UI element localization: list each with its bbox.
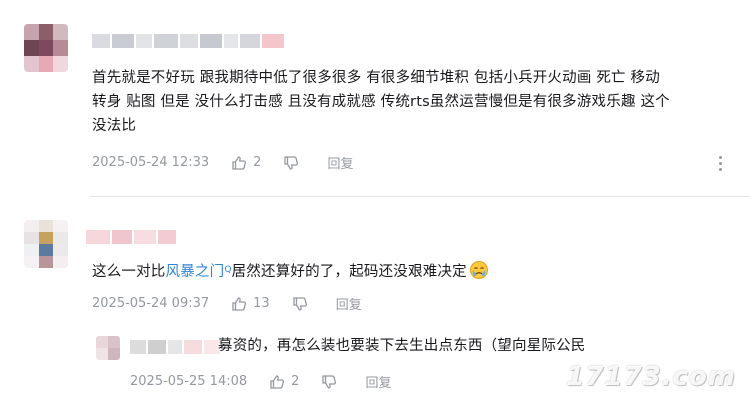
comment-text: 募资的，再怎么装也要装下去生出点东西（望向星际公民 (218, 338, 586, 354)
comment-meta: 2025-05-24 12:33 2 回复 (92, 153, 353, 172)
username-blurred[interactable] (86, 230, 176, 244)
topic-link[interactable]: 风暴之门 (166, 264, 225, 280)
comment-1: 首先就是不好玩 跟我期待中低了很多很多 有很多细节堆积 包括小兵开火动画 死亡 … (0, 0, 750, 200)
like-button[interactable]: 2 (269, 374, 299, 390)
comment-text-suffix: 居然还算好的了，起码还没艰难决定 (231, 264, 467, 280)
reply-button[interactable]: 回复 (365, 372, 391, 391)
thumbs-up-icon (270, 374, 285, 389)
thumbs-down-icon (322, 374, 337, 389)
thumbs-down-icon (284, 155, 299, 170)
comment-text-line: 转身 贴图 但是 没什么打击感 且没有成就感 传统rts虽然运营慢但是有很多游戏… (92, 94, 670, 110)
username-blurred[interactable] (92, 34, 284, 48)
timestamp: 2025-05-25 14:08 (130, 374, 248, 389)
reply-button[interactable]: 回复 (327, 153, 353, 172)
dislike-button[interactable] (292, 296, 314, 312)
like-count: 2 (253, 155, 262, 170)
more-vertical-icon[interactable] (718, 155, 722, 171)
comment-text: 这么一对比风暴之门Q居然还算好的了，起码还没艰难决定 (92, 260, 742, 284)
like-button[interactable]: 2 (231, 155, 261, 171)
avatar[interactable] (96, 336, 120, 360)
dislike-button[interactable] (321, 374, 343, 390)
thumbs-down-icon (293, 296, 307, 311)
comment-text-line: 没法比 (92, 118, 137, 134)
username-blurred[interactable] (130, 340, 220, 354)
avatar[interactable] (24, 24, 68, 72)
thumbs-up-icon (232, 296, 247, 311)
search-link-mark[interactable]: Q (224, 265, 231, 275)
like-count: 2 (291, 374, 300, 389)
timestamp: 2025-05-24 09:37 (92, 296, 210, 311)
thumbs-up-icon (232, 155, 247, 170)
reply-button[interactable]: 回复 (336, 294, 362, 313)
divider (90, 196, 750, 197)
like-button[interactable]: 13 (231, 296, 270, 312)
comment-meta: 2025-05-25 14:08 2 回复 (130, 372, 391, 391)
comment-meta: 2025-05-24 09:37 13 回复 (92, 294, 362, 313)
avatar[interactable] (24, 220, 68, 268)
watermark-logo: 17173.com (566, 362, 736, 392)
comment-text-prefix: 这么一对比 (92, 264, 166, 280)
comment-text-line: 首先就是不好玩 跟我期待中低了很多很多 有很多细节堆积 包括小兵开火动画 死亡 … (92, 70, 660, 86)
comment-text: 首先就是不好玩 跟我期待中低了很多很多 有很多细节堆积 包括小兵开火动画 死亡 … (92, 66, 742, 138)
dislike-button[interactable] (283, 155, 305, 171)
timestamp: 2025-05-24 12:33 (92, 155, 210, 170)
crying-face-emoji-icon (469, 261, 488, 279)
like-count: 13 (253, 296, 270, 311)
